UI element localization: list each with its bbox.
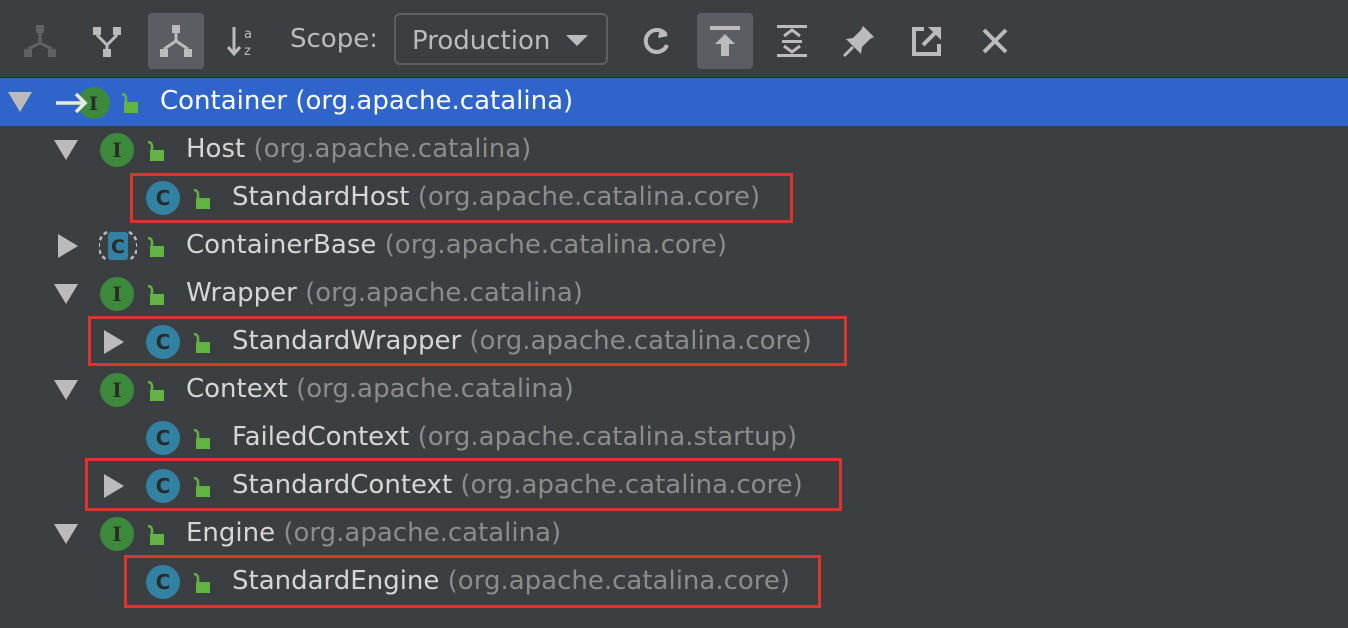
abstract-class-icon: C [99, 230, 137, 262]
class-name: FailedContext [232, 422, 410, 452]
autoscroll-from-source-button[interactable] [697, 13, 753, 69]
tree-row-standardengine[interactable]: C StandardEngine (org.apache.catalina.co… [0, 558, 1348, 606]
public-lock-icon [193, 189, 210, 209]
expand-toggle[interactable] [8, 92, 32, 112]
tree-row-standardwrapper[interactable]: C StandardWrapper (org.apache.catalina.c… [0, 318, 1348, 366]
public-lock-icon [147, 141, 164, 161]
subtypes-hierarchy-button[interactable] [79, 13, 135, 69]
class-icon: C [146, 469, 180, 503]
public-lock-icon [147, 525, 164, 545]
public-lock-icon [193, 429, 210, 449]
pin-tab-button[interactable] [831, 13, 887, 69]
scope-value: Production [412, 26, 551, 56]
class-icon: C [146, 181, 180, 215]
class-icon: C [146, 565, 180, 599]
refresh-button[interactable] [628, 13, 684, 69]
tree-row-host[interactable]: I Host (org.apache.catalina) [0, 126, 1348, 174]
expand-all-button[interactable] [764, 13, 820, 69]
expand-toggle[interactable] [54, 380, 78, 400]
expand-toggle[interactable] [58, 234, 78, 258]
tree-row-failedcontext[interactable]: C FailedContext (org.apache.catalina.sta… [0, 414, 1348, 462]
class-name: StandardWrapper [232, 326, 462, 356]
public-lock-icon [193, 477, 210, 497]
svg-text:I: I [89, 93, 98, 115]
svg-text:z: z [244, 44, 251, 59]
sort-alphabetically-icon: a z [226, 27, 252, 59]
expand-toggle[interactable] [104, 330, 124, 354]
supertypes-hierarchy-icon [24, 25, 56, 57]
class-name: StandardHost [232, 182, 410, 212]
public-lock-icon [147, 237, 164, 257]
interface-icon: I [100, 373, 134, 407]
package-name: (org.apache.catalina) [305, 278, 583, 308]
expand-all-icon [777, 25, 807, 57]
public-lock-icon [193, 573, 210, 593]
tree-row-engine[interactable]: I Engine (org.apache.catalina) [0, 510, 1348, 558]
tree-row-standardhost[interactable]: C StandardHost (org.apache.catalina.core… [0, 174, 1348, 222]
pin-tab-icon [842, 26, 874, 58]
export-icon [912, 27, 941, 56]
hierarchy-toolbar: a z Scope: Production [0, 0, 1348, 79]
package-name: (org.apache.catalina.core) [469, 326, 812, 356]
package-name: (org.apache.catalina.core) [417, 182, 761, 212]
public-lock-icon [121, 93, 138, 113]
class-hierarchy-button[interactable] [148, 13, 204, 69]
subtypes-hierarchy-icon [93, 27, 121, 57]
tree-row-context[interactable]: I Context (org.apache.catalina) [0, 366, 1348, 414]
interface-icon: I [100, 133, 134, 167]
class-name: Wrapper [186, 278, 297, 308]
tree-row-wrapper[interactable]: I Wrapper (org.apache.catalina) [0, 270, 1348, 318]
tree-row-containerbase[interactable]: C ContainerBase (org.apache.catalina.cor… [0, 222, 1348, 270]
class-name: Container [160, 86, 288, 116]
close-icon [982, 28, 1008, 54]
class-name: Engine [186, 518, 276, 548]
export-button[interactable] [899, 13, 955, 69]
tree-row-container[interactable]: I Container (org.apache.catalina) [0, 78, 1348, 126]
package-name: (org.apache.catalina) [295, 86, 574, 116]
expand-toggle[interactable] [54, 524, 78, 544]
refresh-icon [643, 27, 669, 54]
interface-icon: I [100, 277, 134, 311]
scope-label: Scope: [290, 24, 378, 54]
supertypes-hierarchy-button[interactable] [12, 13, 68, 69]
class-icon: C [146, 325, 180, 359]
class-name: Host [186, 134, 246, 164]
package-name: (org.apache.catalina.core) [447, 566, 791, 596]
svg-text:a: a [244, 27, 252, 42]
class-name: Context [186, 374, 288, 404]
svg-text:C: C [111, 236, 125, 258]
interface-icon: I [100, 517, 134, 551]
chevron-down-icon [566, 35, 588, 46]
package-name: (org.apache.catalina) [283, 518, 562, 548]
package-name: (org.apache.catalina.startup) [417, 422, 798, 452]
package-name: (org.apache.catalina) [253, 134, 532, 164]
autoscroll-from-source-icon [710, 26, 740, 56]
class-name: StandardEngine [232, 566, 440, 596]
base-class-marker-icon: I [56, 87, 110, 119]
expand-toggle[interactable] [54, 284, 78, 304]
tree-row-standardcontext[interactable]: C StandardContext (org.apache.catalina.c… [0, 462, 1348, 510]
close-button[interactable] [967, 13, 1023, 69]
expand-toggle[interactable] [104, 474, 124, 498]
package-name: (org.apache.catalina) [296, 374, 574, 404]
package-name: (org.apache.catalina.core) [384, 230, 728, 260]
scope-dropdown[interactable]: Production [394, 13, 608, 65]
expand-toggle[interactable] [54, 140, 78, 160]
public-lock-icon [147, 285, 164, 305]
sort-alphabetically-button[interactable]: a z [214, 13, 270, 69]
class-hierarchy-icon [160, 25, 192, 57]
public-lock-icon [147, 381, 164, 401]
package-name: (org.apache.catalina.core) [460, 470, 803, 500]
class-name: ContainerBase [186, 230, 377, 260]
class-icon: C [146, 421, 180, 455]
public-lock-icon [193, 333, 210, 353]
class-name: StandardContext [232, 470, 453, 500]
